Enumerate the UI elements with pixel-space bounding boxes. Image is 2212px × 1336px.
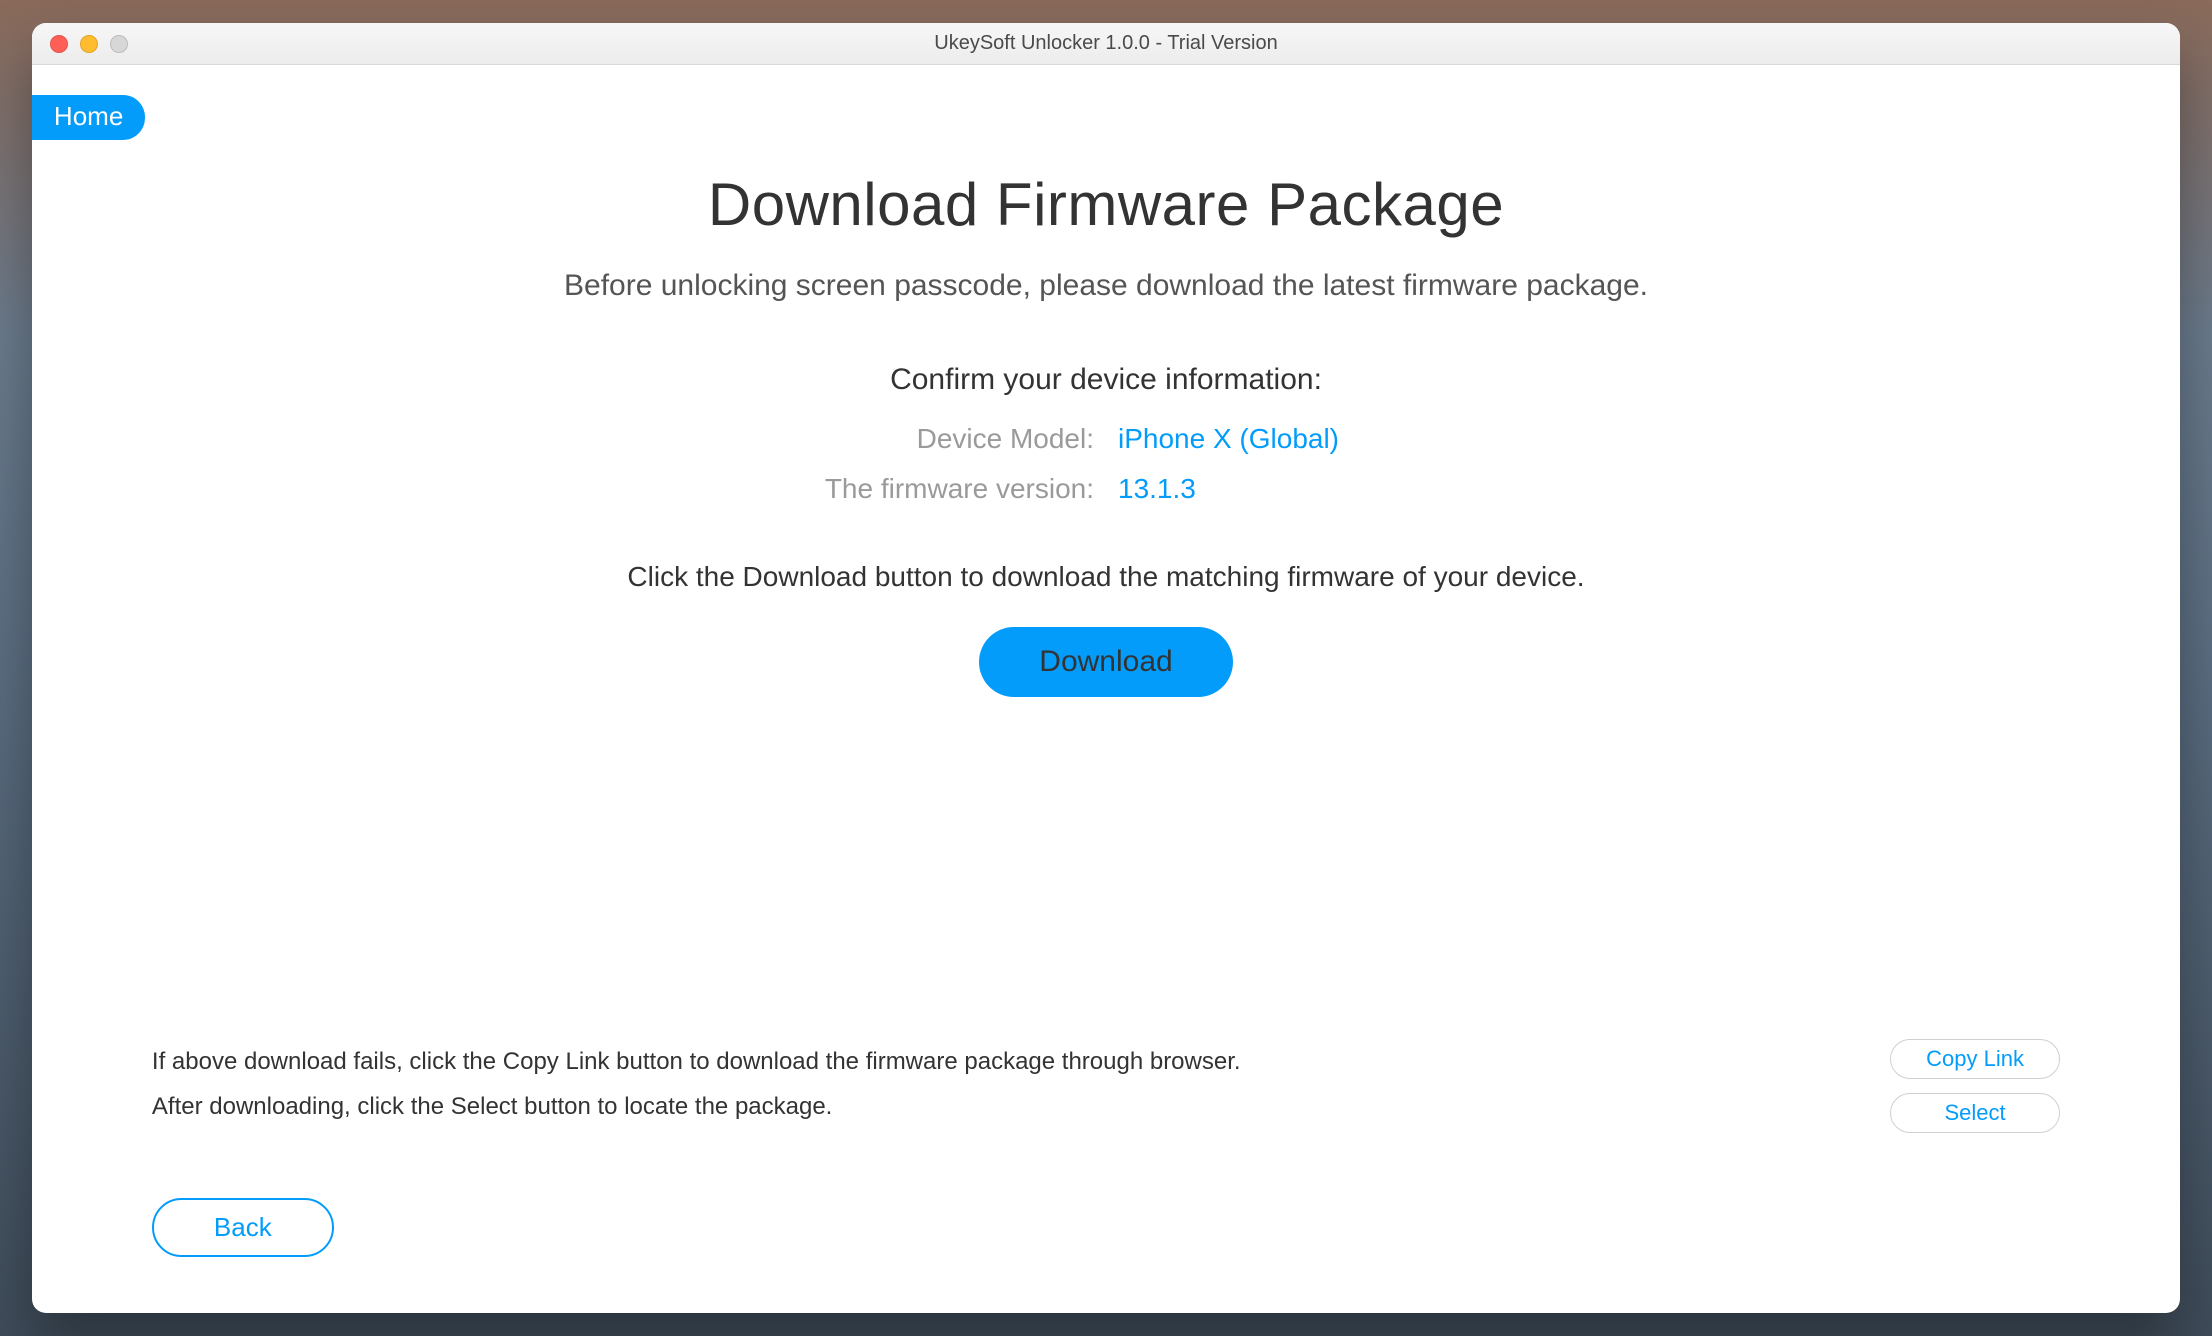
device-model-value[interactable]: iPhone X (Global) <box>1118 423 2140 455</box>
select-button[interactable]: Select <box>1890 1093 2060 1133</box>
app-window: UkeySoft Unlocker 1.0.0 - Trial Version … <box>32 23 2180 1313</box>
copy-link-button[interactable]: Copy Link <box>1890 1039 2060 1079</box>
close-icon[interactable] <box>50 35 68 53</box>
download-instruction: Click the Download button to download th… <box>72 561 2140 593</box>
window-controls <box>32 35 128 53</box>
firmware-version-label: The firmware version: <box>72 473 1094 505</box>
window-title: UkeySoft Unlocker 1.0.0 - Trial Version <box>32 32 2180 55</box>
minimize-icon[interactable] <box>80 35 98 53</box>
help-line-2: After downloading, click the Select butt… <box>152 1084 1850 1130</box>
help-line-1: If above download fails, click the Copy … <box>152 1039 1850 1085</box>
firmware-version-value[interactable]: 13.1.3 <box>1118 473 2140 505</box>
titlebar: UkeySoft Unlocker 1.0.0 - Trial Version <box>32 23 2180 65</box>
maximize-icon[interactable] <box>110 35 128 53</box>
device-model-label: Device Model: <box>72 423 1094 455</box>
download-button[interactable]: Download <box>979 627 1232 697</box>
help-buttons: Copy Link Select <box>1890 1039 2060 1133</box>
page-title: Download Firmware Package <box>72 170 2140 239</box>
confirm-heading: Confirm your device information: <box>72 363 2140 397</box>
back-button[interactable]: Back <box>152 1198 334 1257</box>
page-subtitle: Before unlocking screen passcode, please… <box>72 269 2140 303</box>
help-area: If above download fails, click the Copy … <box>152 1039 2060 1133</box>
help-text: If above download fails, click the Copy … <box>152 1039 1850 1130</box>
device-info: Device Model: iPhone X (Global) The firm… <box>72 423 2140 505</box>
home-tab[interactable]: Home <box>32 95 145 140</box>
content-area: Home Download Firmware Package Before un… <box>32 65 2180 1313</box>
